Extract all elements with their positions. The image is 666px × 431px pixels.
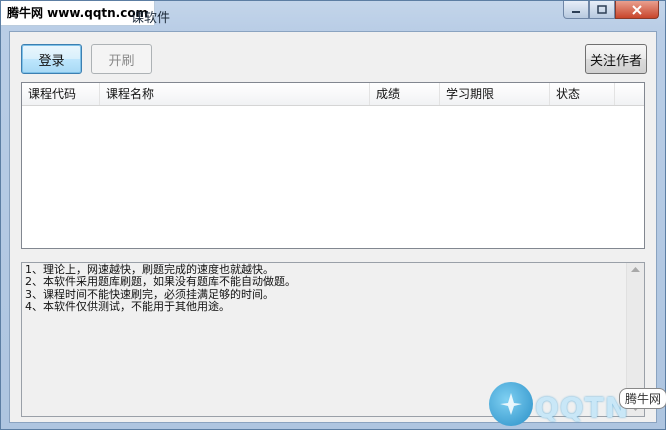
app-window: 腾牛网 www.qqtn.com 课软件 登录 开刷 关注作者 课程代码 课程名… xyxy=(0,0,666,430)
column-header-status[interactable]: 状态 xyxy=(550,83,615,105)
window-controls xyxy=(563,1,659,21)
qqtn-badge: 腾牛网 xyxy=(619,388,666,409)
window-title: 课软件 xyxy=(131,11,171,26)
start-button[interactable]: 开刷 xyxy=(91,44,152,74)
qqtn-logo-icon xyxy=(489,382,533,426)
scroll-up-icon[interactable] xyxy=(631,267,640,273)
close-button[interactable] xyxy=(615,1,659,19)
note-line: 2、本软件采用题库刷题，如果没有题库不能自动做题。 xyxy=(25,275,296,289)
minimize-icon xyxy=(572,10,580,13)
column-header-filler xyxy=(615,83,644,105)
minimize-button[interactable] xyxy=(563,1,589,19)
qqtn-brand: QQTN xyxy=(535,391,630,424)
follow-author-button[interactable]: 关注作者 xyxy=(585,44,647,74)
column-header-period[interactable]: 学习期限 xyxy=(440,83,550,105)
column-header-score[interactable]: 成绩 xyxy=(370,83,440,105)
login-button[interactable]: 登录 xyxy=(21,44,82,74)
note-line: 4、本软件仅供测试，不能用于其他用途。 xyxy=(25,300,230,314)
course-list[interactable]: 课程代码 课程名称 成绩 学习期限 状态 xyxy=(21,82,645,249)
maximize-icon xyxy=(597,4,607,14)
title-bar[interactable]: 腾牛网 www.qqtn.com 课软件 xyxy=(1,1,665,31)
qqtn-watermark: QQTN 腾牛网 xyxy=(487,379,666,431)
maximize-button[interactable] xyxy=(589,1,615,19)
close-icon xyxy=(632,4,642,15)
client-area: 登录 开刷 关注作者 课程代码 课程名称 成绩 学习期限 状态 1、理论上，网速… xyxy=(9,31,657,423)
notes-text: 1、理论上，网速越快，刷题完成的速度也就越快。 2、本软件采用题库刷题，如果没有… xyxy=(25,263,296,314)
column-header-name[interactable]: 课程名称 xyxy=(100,83,370,105)
course-list-header: 课程代码 课程名称 成绩 学习期限 状态 xyxy=(22,83,644,106)
column-header-code[interactable]: 课程代码 xyxy=(22,83,100,105)
